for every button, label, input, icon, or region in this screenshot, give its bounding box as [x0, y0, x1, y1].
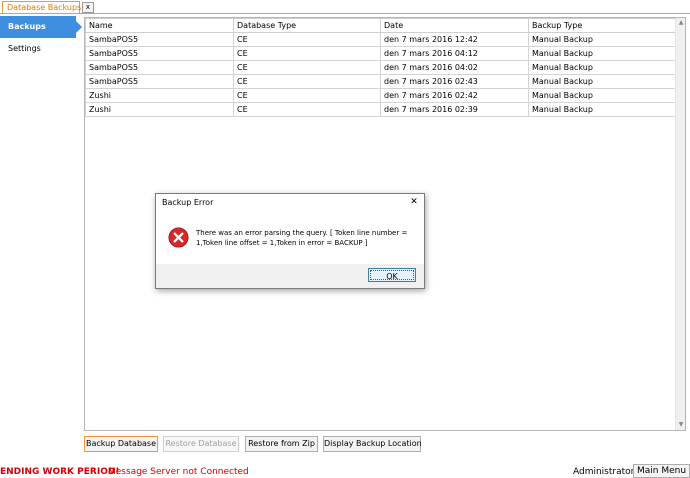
cell-name: SambaPOS5	[85, 32, 234, 47]
cell-name: SambaPOS5	[85, 46, 234, 61]
column-header-backup-type[interactable]: Backup Type	[528, 18, 676, 33]
table-row[interactable]: SambaPOS5 CE den 7 mars 2016 04:12 Manua…	[85, 46, 676, 61]
restore-from-zip-button[interactable]: Restore from Zip	[245, 436, 318, 452]
table-row[interactable]: SambaPOS5 CE den 7 mars 2016 12:42 Manua…	[85, 32, 676, 47]
table-row[interactable]: Zushi CE den 7 mars 2016 02:42 Manual Ba…	[85, 88, 676, 103]
active-pointer-arrow	[76, 21, 82, 33]
dialog-close-icon[interactable]: ✕	[408, 196, 420, 208]
backup-error-dialog: Backup Error ✕ There was an error parsin…	[155, 193, 425, 289]
dialog-message: There was an error parsing the query. [ …	[196, 229, 408, 247]
dialog-footer: OK	[156, 264, 424, 288]
table-row[interactable]: SambaPOS5 CE den 7 mars 2016 04:02 Manua…	[85, 60, 676, 75]
ok-button[interactable]: OK	[368, 268, 416, 282]
work-period-warning[interactable]: ENDING WORK PERIOD!	[0, 466, 119, 478]
tab-close-button[interactable]: x	[82, 2, 94, 13]
scroll-up-arrow-icon[interactable]: ▲	[676, 18, 686, 28]
table-row[interactable]: SambaPOS5 CE den 7 mars 2016 02:43 Manua…	[85, 74, 676, 89]
cell-backup-type: Manual Backup	[528, 60, 676, 75]
cell-backup-type: Manual Backup	[528, 102, 676, 117]
cell-backup-type: Manual Backup	[528, 74, 676, 89]
cell-date: den 7 mars 2016 04:12	[380, 46, 529, 61]
cell-date: den 7 mars 2016 02:42	[380, 88, 529, 103]
table-header-row: Name Database Type Date Backup Type	[85, 18, 676, 33]
vertical-scrollbar[interactable]: ▲ ▼	[675, 18, 685, 430]
column-header-database-type[interactable]: Database Type	[233, 18, 381, 33]
main-menu-button[interactable]: Main Menu	[633, 464, 690, 478]
sidebar: Backups Settings	[0, 14, 82, 454]
column-header-name[interactable]: Name	[85, 18, 234, 33]
cell-date: den 7 mars 2016 02:43	[380, 74, 529, 89]
message-server-status: Message Server not Connected	[108, 467, 249, 477]
scroll-down-arrow-icon[interactable]: ▼	[676, 420, 686, 430]
backup-database-button[interactable]: Backup Database	[84, 436, 158, 452]
column-header-date[interactable]: Date	[380, 18, 529, 33]
cell-name: Zushi	[85, 88, 234, 103]
backups-table: Name Database Type Date Backup Type Samb…	[85, 18, 676, 117]
restore-database-button[interactable]: Restore Database	[163, 436, 239, 452]
cell-database-type: CE	[233, 88, 381, 103]
ok-button-label: OK	[370, 270, 414, 281]
sidebar-item-backups[interactable]: Backups	[0, 16, 82, 38]
cell-name: Zushi	[85, 102, 234, 117]
cell-name: SambaPOS5	[85, 60, 234, 75]
cell-date: den 7 mars 2016 04:02	[380, 60, 529, 75]
status-bar: ENDING WORK PERIOD! Message Server not C…	[0, 464, 690, 478]
cell-backup-type: Manual Backup	[528, 46, 676, 61]
document-tabstrip: Database Backups x	[0, 0, 690, 14]
cell-backup-type: Manual Backup	[528, 88, 676, 103]
cell-date: den 7 mars 2016 02:39	[380, 102, 529, 117]
sidebar-item-label: Settings	[8, 44, 41, 53]
current-user: Administrator	[573, 467, 635, 477]
sidebar-item-label: Backups	[8, 22, 46, 31]
cell-database-type: CE	[233, 60, 381, 75]
tab-underline	[0, 13, 690, 14]
cell-backup-type: Manual Backup	[528, 32, 676, 47]
cell-date: den 7 mars 2016 12:42	[380, 32, 529, 47]
cell-database-type: CE	[233, 32, 381, 47]
cell-database-type: CE	[233, 46, 381, 61]
cell-name: SambaPOS5	[85, 74, 234, 89]
sidebar-item-settings[interactable]: Settings	[0, 38, 76, 60]
error-icon	[168, 227, 189, 248]
dialog-title: Backup Error	[162, 198, 214, 207]
display-backup-location-button[interactable]: Display Backup Location	[323, 436, 422, 452]
table-row[interactable]: Zushi CE den 7 mars 2016 02:39 Manual Ba…	[85, 102, 676, 117]
cell-database-type: CE	[233, 74, 381, 89]
cell-database-type: CE	[233, 102, 381, 117]
